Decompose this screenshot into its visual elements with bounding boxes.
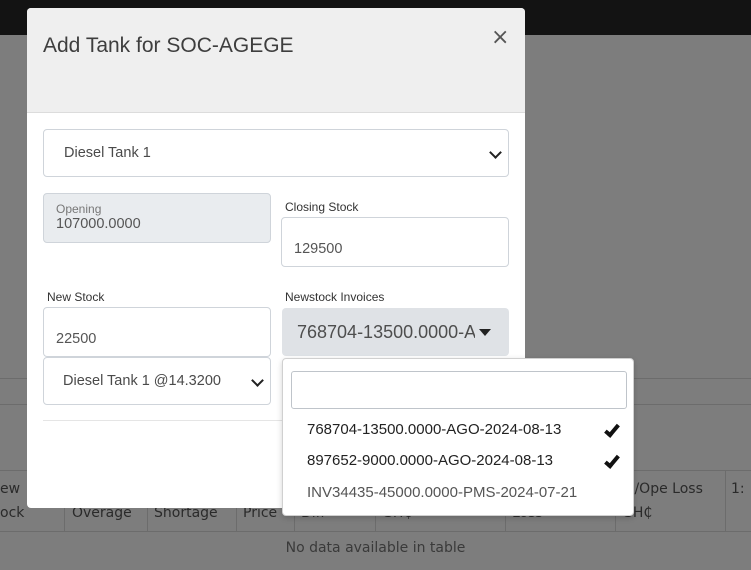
dropdown-option[interactable]: 897652-9000.0000-AGO-2024-08-13: [283, 445, 635, 477]
modal-title: Add Tank for SOC-AGEGE: [43, 34, 294, 57]
dropdown-option[interactable]: INV34435-45000.0000-PMS-2024-07-21: [283, 477, 635, 509]
dropdown-option[interactable]: 768704-13500.0000-AGO-2024-08-13: [283, 414, 635, 446]
newstock-invoices-label: Newstock Invoices: [285, 290, 385, 304]
opening-field: Opening 107000.0000: [43, 193, 271, 243]
closing-stock-label: Closing Stock: [285, 200, 359, 214]
new-stock-value: 22500: [56, 331, 97, 347]
invoices-dropdown: 768704-13500.0000-AGO-2024-08-13 897652-…: [282, 358, 634, 516]
chevron-down-icon: [489, 146, 502, 159]
dropdown-option-label: INV34435-45000.0000-PMS-2024-07-21: [307, 484, 578, 501]
tank-select-value: Diesel Tank 1: [64, 145, 151, 161]
caret-down-icon: [479, 329, 491, 336]
closing-stock-input[interactable]: 129500: [281, 217, 509, 267]
column-header: 1:: [731, 481, 745, 497]
chevron-down-icon: [251, 374, 264, 387]
tank-price-select[interactable]: Diesel Tank 1 @14.3200: [43, 357, 271, 405]
close-icon[interactable]: ×: [491, 26, 511, 50]
newstock-invoices-multiselect[interactable]: 768704-13500.0000-AGO-2024-08-13: [282, 308, 509, 356]
column-separator: [725, 470, 726, 532]
column-header: ew: [0, 481, 21, 497]
modal-header: Add Tank for SOC-AGEGE ×: [27, 8, 525, 113]
tank-select[interactable]: Diesel Tank 1: [43, 129, 509, 177]
tank-price-select-value: Diesel Tank 1 @14.3200: [63, 373, 221, 389]
check-icon: [604, 452, 620, 469]
newstock-invoices-selected-value: 768704-13500.0000-AGO-2024-08-13: [297, 322, 475, 342]
new-stock-input[interactable]: 22500: [43, 307, 271, 357]
column-header: ock: [0, 505, 25, 521]
dropdown-search-input[interactable]: [291, 371, 627, 409]
dropdown-option-label: 897652-9000.0000-AGO-2024-08-13: [307, 452, 554, 469]
dropdown-option-label: 768704-13500.0000-AGO-2024-08-13: [307, 421, 562, 438]
new-stock-label: New Stock: [47, 290, 105, 304]
check-icon: [604, 421, 620, 438]
closing-stock-value: 129500: [294, 241, 343, 257]
empty-table-message: No data available in table: [285, 540, 466, 556]
opening-value: 107000.0000: [56, 216, 141, 232]
